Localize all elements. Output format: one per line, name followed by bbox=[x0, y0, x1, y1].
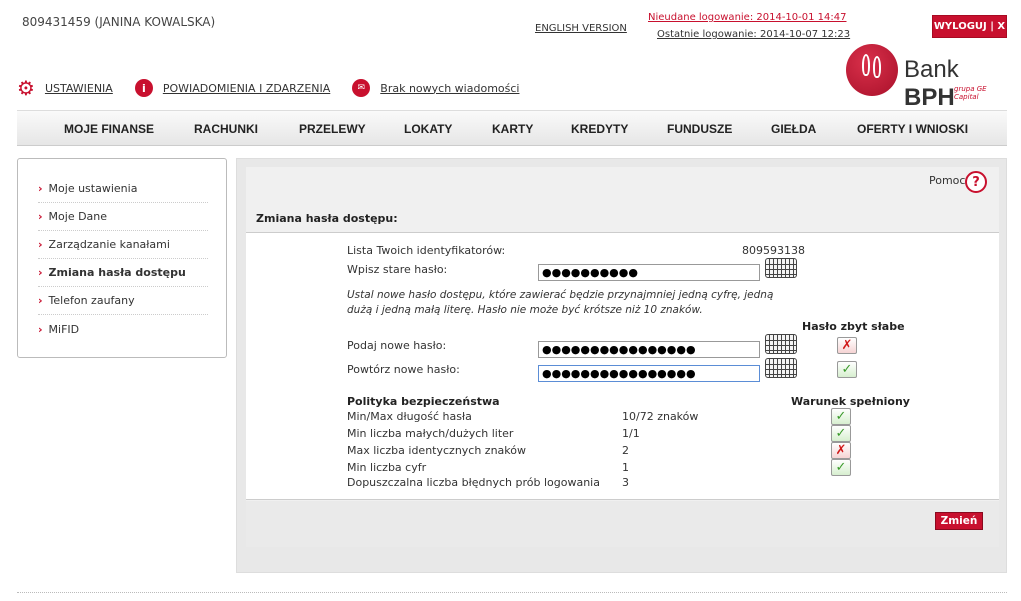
user-name: 809431459 (JANINA KOWALSKA) bbox=[22, 15, 216, 29]
policy-row-label: Dopuszczalna liczba błędnych prób logowa… bbox=[347, 476, 600, 489]
menu-lokaty[interactable]: LOKATY bbox=[404, 122, 452, 136]
chevron-right-icon: › bbox=[38, 266, 43, 279]
sidebar-item-moje-ustawienia[interactable]: › Moje ustawienia bbox=[38, 175, 208, 203]
settings-label: USTAWIENIA bbox=[44, 81, 113, 95]
password-hint: Ustal nowe hasło dostępu, które zawierać… bbox=[347, 289, 774, 316]
english-version-link[interactable]: ENGLISH VERSION bbox=[535, 23, 627, 34]
sidebar: › Moje ustawienia › Moje Dane › Zarządzanie… bbox=[17, 158, 227, 358]
change-password-button[interactable]: Zmień bbox=[935, 512, 983, 530]
sidebar-item-moje-dane[interactable]: › Moje Dane bbox=[38, 203, 208, 231]
check-icon: ✓ bbox=[837, 361, 857, 378]
notifications-label: POWIADOMIENIA I ZDARZENIA bbox=[162, 81, 331, 95]
check-icon: ✓ bbox=[831, 459, 851, 476]
new-password-input[interactable]: ●●●●●●●●●●●●●●●● bbox=[538, 341, 760, 358]
messages-label: Brak nowych wiadomości bbox=[380, 81, 520, 95]
menu-fundusze[interactable]: FUNDUSZE bbox=[667, 122, 732, 136]
menu-przelewy[interactable]: PRZELEWY bbox=[299, 122, 366, 136]
old-password-label: Wpisz stare hasło: bbox=[347, 263, 448, 276]
ids-label: Lista Twoich identyfikatorów: bbox=[347, 244, 506, 257]
divider bbox=[17, 592, 1007, 593]
chevron-right-icon: › bbox=[38, 182, 43, 195]
policy-row-value: 1/1 bbox=[622, 427, 640, 440]
check-icon: ✓ bbox=[831, 425, 851, 442]
menu-oferty[interactable]: OFERTY I WNIOSKI bbox=[857, 122, 968, 136]
section-title: Zmiana hasła dostępu: bbox=[256, 212, 398, 225]
sidebar-item-zarzadzanie-kanalami[interactable]: › Zarządzanie kanałami bbox=[38, 231, 208, 259]
info-icon: i bbox=[134, 79, 153, 97]
policy-row-label: Min/Max długość hasła bbox=[347, 410, 472, 423]
ids-value: 809593138 bbox=[742, 244, 805, 257]
chevron-right-icon: › bbox=[38, 294, 43, 307]
logout-button[interactable]: WYLOGUJ | X bbox=[932, 15, 1007, 38]
bowling-pins-icon bbox=[846, 44, 898, 96]
top-links: ⚙ USTAWIENIA i POWIADOMIENIA I ZDARZENIA… bbox=[17, 77, 541, 99]
policy-row-label: Min liczba małych/dużych liter bbox=[347, 427, 514, 440]
policy-row-label: Max liczba identycznych znaków bbox=[347, 444, 527, 457]
policy-row-label: Min liczba cyfr bbox=[347, 461, 427, 474]
messages-link[interactable]: ✉ Brak nowych wiadomości bbox=[352, 79, 519, 97]
menu-kredyty[interactable]: KREDYTY bbox=[571, 122, 628, 136]
last-login-link[interactable]: Ostatnie logowanie: 2014-10-07 12:23 bbox=[657, 29, 850, 40]
menu-gielda[interactable]: GIEŁDA bbox=[771, 122, 816, 136]
sidebar-item-zmiana-hasla[interactable]: › Zmiana hasła dostępu bbox=[38, 259, 208, 287]
policy-row-value: 10/72 znaków bbox=[622, 410, 699, 423]
policy-row-value: 3 bbox=[622, 476, 629, 489]
gear-icon: ⚙ bbox=[17, 76, 35, 100]
menu-moje-finanse[interactable]: MOJE FINANSE bbox=[64, 122, 154, 136]
help-icon[interactable]: ? bbox=[965, 171, 987, 193]
new-password-label: Podaj nowe hasło: bbox=[347, 339, 447, 352]
virtual-keyboard-icon[interactable] bbox=[765, 258, 797, 278]
repeat-password-label: Powtórz nowe hasło: bbox=[347, 363, 460, 376]
repeat-password-input[interactable]: ●●●●●●●●●●●●●●●● bbox=[538, 365, 760, 382]
bank-logo[interactable]: Bank BPH grupa GE Capital bbox=[846, 44, 1011, 111]
brand-left: Bank bbox=[904, 56, 959, 83]
main-menu: MOJE FINANSE RACHUNKI PRZELEWY LOKATY KA… bbox=[17, 110, 1007, 146]
sidebar-item-telefon-zaufany[interactable]: › Telefon zaufany bbox=[38, 287, 208, 315]
cross-icon: ✗ bbox=[831, 442, 851, 459]
sidebar-item-mifid[interactable]: › MiFID bbox=[38, 315, 208, 343]
chevron-right-icon: › bbox=[38, 322, 43, 336]
form-footer bbox=[246, 501, 999, 547]
brand-sub: grupa GE Capital bbox=[954, 85, 987, 101]
policy-heading: Polityka bezpieczeństwa bbox=[347, 395, 500, 408]
old-password-input[interactable]: ●●●●●●●●●● bbox=[538, 264, 760, 281]
menu-rachunki[interactable]: RACHUNKI bbox=[194, 122, 258, 136]
policy-row-value: 1 bbox=[622, 461, 629, 474]
password-strength: Hasło zbyt słabe bbox=[802, 320, 905, 333]
settings-link[interactable]: ⚙ USTAWIENIA bbox=[17, 76, 113, 100]
check-icon: ✓ bbox=[831, 408, 851, 425]
policy-row-value: 2 bbox=[622, 444, 629, 457]
brand-right: BPH bbox=[904, 84, 955, 111]
virtual-keyboard-icon[interactable] bbox=[765, 334, 797, 354]
menu-karty[interactable]: KARTY bbox=[492, 122, 533, 136]
notifications-link[interactable]: i POWIADOMIENIA I ZDARZENIA bbox=[134, 79, 331, 97]
help-label[interactable]: Pomoc bbox=[929, 174, 965, 187]
envelope-icon: ✉ bbox=[352, 79, 371, 97]
cross-icon: ✗ bbox=[837, 337, 857, 354]
failed-login-link[interactable]: Nieudane logowanie: 2014-10-01 14:47 bbox=[648, 12, 847, 23]
virtual-keyboard-icon[interactable] bbox=[765, 358, 797, 378]
condition-heading: Warunek spełniony bbox=[791, 395, 910, 408]
chevron-right-icon: › bbox=[38, 210, 43, 223]
chevron-right-icon: › bbox=[38, 238, 43, 251]
